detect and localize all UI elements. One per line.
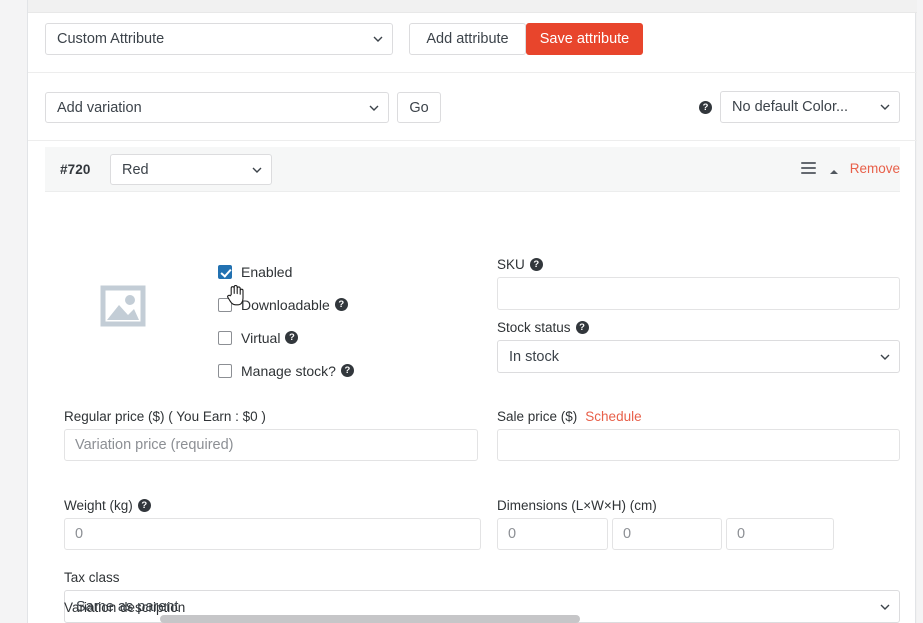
collapse-chevron-up-icon[interactable] bbox=[828, 165, 840, 177]
chevron-down-icon bbox=[373, 34, 383, 44]
variation-header: #720 Red Remove bbox=[45, 147, 900, 192]
stock-status-label: Stock status ? bbox=[497, 320, 589, 335]
enabled-label-text: Enabled bbox=[241, 263, 293, 280]
drag-handle-icon[interactable] bbox=[801, 162, 816, 175]
variation-attribute-value: Red bbox=[122, 161, 149, 178]
virtual-checkbox[interactable] bbox=[218, 330, 232, 345]
dimension-length-input[interactable] bbox=[497, 518, 608, 550]
go-button[interactable]: Go bbox=[397, 92, 441, 123]
dimensions-label: Dimensions (L×W×H) (cm) bbox=[497, 498, 657, 513]
manage-stock-label-text: Manage stock? bbox=[241, 362, 336, 379]
sku-help-icon[interactable]: ? bbox=[529, 258, 543, 271]
manage-stock-help-icon[interactable]: ? bbox=[340, 364, 354, 377]
default-variation-select-value: No default Color... bbox=[732, 99, 849, 115]
sale-price-label: Sale price ($) Schedule bbox=[497, 409, 642, 424]
add-attribute-button[interactable]: Add attribute bbox=[409, 23, 526, 55]
screen: Custom Attribute Add attribute Save attr… bbox=[0, 0, 923, 623]
schedule-sale-link[interactable]: Schedule bbox=[585, 409, 641, 424]
sale-price-label-text: Sale price ($) bbox=[497, 409, 578, 424]
attribute-select-value: Custom Attribute bbox=[57, 31, 165, 47]
stock-status-select[interactable]: In stock bbox=[497, 340, 900, 373]
virtual-label-text: Virtual bbox=[241, 329, 281, 346]
manage-stock-checkbox[interactable] bbox=[218, 363, 232, 378]
downloadable-help-icon[interactable]: ? bbox=[334, 298, 348, 311]
add-variation-select-value: Add variation bbox=[57, 99, 142, 116]
variation-body: Enabled Downloadable ? Virtual ? Manage … bbox=[45, 192, 900, 623]
downloadable-checkbox[interactable] bbox=[218, 297, 232, 312]
regular-price-input[interactable] bbox=[64, 429, 478, 461]
chevron-down-icon bbox=[369, 103, 379, 113]
chevron-down-icon bbox=[252, 165, 262, 175]
page-left-gutter bbox=[0, 0, 27, 623]
chevron-down-icon bbox=[880, 602, 890, 612]
variation-id: #720 bbox=[60, 162, 91, 177]
variation-attribute-select[interactable]: Red bbox=[110, 154, 272, 185]
sku-input[interactable] bbox=[497, 277, 900, 310]
dimension-height-input[interactable] bbox=[726, 518, 834, 550]
weight-help-icon[interactable]: ? bbox=[137, 499, 151, 512]
default-variation-help-icon[interactable]: ? bbox=[699, 101, 712, 114]
save-attribute-button[interactable]: Save attribute bbox=[526, 23, 643, 55]
virtual-label[interactable]: Virtual ? bbox=[241, 329, 299, 346]
variation-card: #720 Red Remove Enabled Downloadable ? V… bbox=[45, 147, 900, 623]
variation-image-placeholder[interactable] bbox=[90, 273, 156, 339]
sku-label: SKU ? bbox=[497, 257, 543, 272]
attribute-toolbar-row: Custom Attribute Add attribute Save attr… bbox=[28, 14, 917, 73]
checkbox-row-virtual[interactable]: Virtual ? bbox=[218, 321, 354, 354]
horizontal-scrollbar-thumb[interactable] bbox=[160, 615, 580, 623]
sale-price-input[interactable] bbox=[497, 429, 900, 461]
variation-checkbox-group: Enabled Downloadable ? Virtual ? Manage … bbox=[218, 255, 354, 387]
stock-status-help-icon[interactable]: ? bbox=[575, 321, 589, 334]
default-variation-select[interactable]: No default Color... bbox=[720, 91, 900, 123]
checkbox-row-enabled[interactable]: Enabled bbox=[218, 255, 354, 288]
weight-input[interactable] bbox=[64, 518, 481, 550]
tax-class-label: Tax class bbox=[64, 570, 120, 585]
enabled-checkbox[interactable] bbox=[218, 264, 232, 279]
attribute-select[interactable]: Custom Attribute bbox=[45, 23, 393, 55]
weight-label-text: Weight (kg) bbox=[64, 498, 133, 513]
sku-label-text: SKU bbox=[497, 257, 525, 272]
downloadable-label[interactable]: Downloadable ? bbox=[241, 297, 348, 313]
weight-label: Weight (kg) ? bbox=[64, 498, 151, 513]
manage-stock-label[interactable]: Manage stock? ? bbox=[241, 363, 354, 379]
stock-status-value: In stock bbox=[509, 348, 559, 365]
enabled-label[interactable]: Enabled bbox=[241, 264, 292, 280]
virtual-help-icon[interactable]: ? bbox=[285, 331, 299, 344]
product-data-panel: Custom Attribute Add attribute Save attr… bbox=[27, 0, 917, 623]
cut-off-top-strip bbox=[28, 0, 917, 13]
variation-description-label: Variation description bbox=[64, 600, 186, 615]
variation-toolbar-row: Add variation Go ? No default Color... bbox=[28, 74, 917, 141]
add-variation-select[interactable]: Add variation bbox=[45, 92, 389, 123]
stock-status-label-text: Stock status bbox=[497, 320, 571, 335]
checkbox-row-manage-stock[interactable]: Manage stock? ? bbox=[218, 354, 354, 387]
dimension-width-input[interactable] bbox=[612, 518, 722, 550]
page-right-gutter bbox=[917, 0, 923, 623]
chevron-down-icon bbox=[880, 102, 890, 112]
downloadable-label-text: Downloadable bbox=[241, 296, 330, 313]
chevron-down-icon bbox=[880, 352, 890, 362]
checkbox-row-downloadable[interactable]: Downloadable ? bbox=[218, 288, 354, 321]
regular-price-label: Regular price ($) ( You Earn : $0 ) bbox=[64, 409, 266, 424]
remove-variation-link[interactable]: Remove bbox=[850, 161, 900, 176]
image-placeholder-icon bbox=[100, 285, 146, 327]
